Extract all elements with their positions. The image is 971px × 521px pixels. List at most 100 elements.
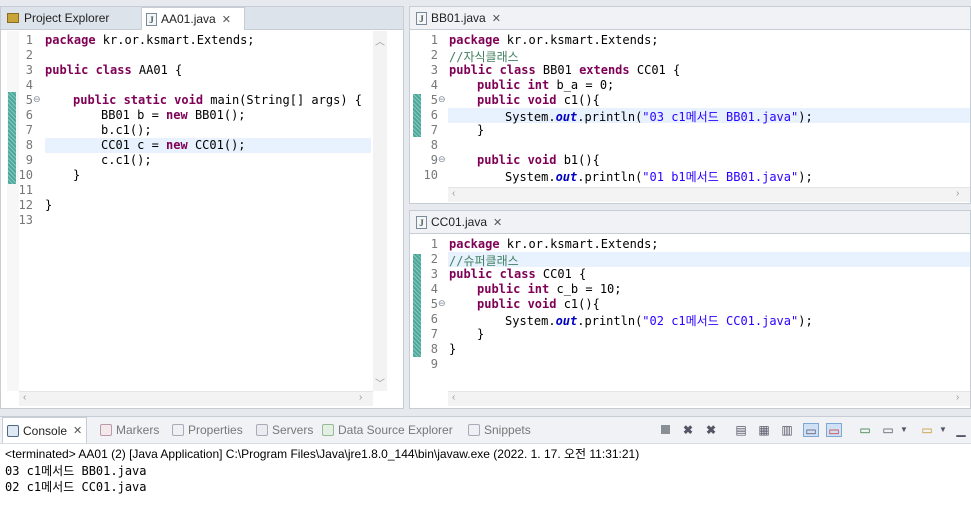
remove-all-terminated-icon[interactable]: ✖ xyxy=(703,423,719,437)
scroll-left-icon[interactable]: ‹ xyxy=(23,392,26,403)
code-line: } xyxy=(477,327,485,341)
scroll-lock-icon[interactable]: ▦ xyxy=(756,423,772,437)
tab-label: Properties xyxy=(188,422,243,437)
console-output-line: 02 c1메서드 CC01.java xyxy=(5,480,147,494)
clear-console-icon[interactable]: ▤ xyxy=(733,423,749,437)
code-line: package kr.or.ksmart.Extends; xyxy=(45,33,255,47)
line-number: 7 xyxy=(430,123,438,137)
line-number: 6 xyxy=(430,108,438,122)
tab-project-explorer[interactable]: Project Explorer xyxy=(3,7,139,29)
code-line: CC01 c = new CC01(); xyxy=(101,138,246,152)
line-number: 4 xyxy=(430,282,438,296)
code-line: System.out.println("02 c1메서드 CC01.java")… xyxy=(505,314,813,328)
line-number: 8 xyxy=(25,138,33,152)
line-number: 2 xyxy=(430,252,438,266)
code-line: public int b_a = 0; xyxy=(477,78,615,92)
code-line: public class AA01 { xyxy=(45,63,183,77)
scroll-left-icon[interactable]: ‹ xyxy=(452,392,455,403)
close-icon[interactable]: ✕ xyxy=(493,216,502,229)
line-number: 8 xyxy=(430,342,438,356)
java-file-icon: J xyxy=(416,215,427,229)
code-line: BB01 b = new BB01(); xyxy=(101,108,246,122)
left-tab-bar: Project Explorer J AA01.java ✕ xyxy=(1,7,403,30)
scroll-down-icon[interactable]: ﹀ xyxy=(375,375,385,390)
minimize-icon[interactable]: ▁ xyxy=(953,423,969,437)
tab-label: Project Explorer xyxy=(24,11,110,25)
code-line: c.c1(); xyxy=(101,153,152,167)
java-file-icon: J xyxy=(416,11,427,25)
tab-label: Snippets xyxy=(484,422,531,437)
line-number: 5 xyxy=(430,93,438,107)
current-line-highlight xyxy=(448,252,970,267)
line-number: 8 xyxy=(430,138,438,152)
console-status-line: <terminated> AA01 (2) [Java Application]… xyxy=(5,447,640,461)
word-wrap-icon[interactable]: ▥ xyxy=(779,423,795,437)
remove-launch-icon[interactable]: ✖ xyxy=(680,423,696,437)
tab-label: Data Source Explorer xyxy=(338,422,453,437)
fold-icon[interactable]: ⊖ xyxy=(438,299,446,309)
scroll-up-icon[interactable]: ︿ xyxy=(375,33,385,48)
horizontal-scrollbar[interactable]: ‹ › xyxy=(448,391,970,406)
chevron-down-icon[interactable]: ▼ xyxy=(938,423,948,437)
pin-console-icon[interactable]: ▭ xyxy=(857,423,873,437)
line-number: 5 xyxy=(430,297,438,311)
scroll-right-icon[interactable]: › xyxy=(956,188,959,199)
console-icon xyxy=(7,424,19,437)
line-number: 6 xyxy=(25,108,33,122)
display-console-icon[interactable]: ▭ xyxy=(880,423,896,437)
close-icon[interactable]: ✕ xyxy=(222,13,231,26)
code-line: package kr.or.ksmart.Extends; xyxy=(449,33,659,47)
chevron-down-icon[interactable]: ▼ xyxy=(899,423,909,437)
line-number: 12 xyxy=(18,198,33,212)
fold-icon[interactable]: ⊖ xyxy=(438,95,446,105)
cc01-editor-panel: J CC01.java ✕ ⊖ 1 2 3 4 5 6 7 8 9 packag… xyxy=(409,210,971,409)
line-number: 3 xyxy=(25,63,33,77)
servers-icon xyxy=(256,423,268,436)
code-line: System.out.println("01 b1메서드 BB01.java")… xyxy=(505,170,813,184)
show-on-error-icon[interactable]: ▭ xyxy=(826,423,842,438)
code-line: b.c1(); xyxy=(101,123,152,137)
line-number: 10 xyxy=(423,168,438,182)
terminate-icon[interactable] xyxy=(657,423,673,437)
code-line: } xyxy=(477,123,485,137)
vertical-scrollbar[interactable]: ︿ ﹀ xyxy=(373,31,387,391)
open-console-icon[interactable]: ▭ xyxy=(919,423,935,437)
line-number: 5 xyxy=(25,93,33,107)
code-line: public class CC01 { xyxy=(449,267,587,281)
console-tab-bar: Console ✕ Markers Properties Servers Dat… xyxy=(0,417,971,444)
line-number: 7 xyxy=(25,123,33,137)
console-output-line: 03 c1메서드 BB01.java xyxy=(5,464,147,478)
tab-bb01-java[interactable]: J BB01.java ✕ xyxy=(412,7,512,29)
tab-aa01-java[interactable]: J AA01.java ✕ xyxy=(141,7,245,30)
horizontal-scrollbar[interactable]: ‹ › xyxy=(19,391,373,406)
tab-properties[interactable]: Properties xyxy=(172,417,243,442)
console-panel: Console ✕ Markers Properties Servers Dat… xyxy=(0,416,971,521)
close-icon[interactable]: ✕ xyxy=(492,12,501,25)
tab-label: Servers xyxy=(272,422,314,437)
tab-cc01-java[interactable]: J CC01.java ✕ xyxy=(412,211,512,233)
scroll-left-icon[interactable]: ‹ xyxy=(452,188,455,199)
tab-servers[interactable]: Servers xyxy=(256,417,313,442)
line-number: 2 xyxy=(430,48,438,62)
scroll-right-icon[interactable]: › xyxy=(956,392,959,403)
java-file-icon: J xyxy=(146,12,157,26)
line-number: 10 xyxy=(18,168,33,182)
tab-label: BB01.java xyxy=(431,11,486,25)
code-line: public void c1(){ xyxy=(477,93,600,107)
tab-console[interactable]: Console ✕ xyxy=(2,417,88,443)
line-number: 4 xyxy=(25,78,33,92)
fold-icon[interactable]: ⊖ xyxy=(438,155,446,165)
tab-markers[interactable]: Markers xyxy=(100,417,159,442)
show-on-output-icon[interactable]: ▭ xyxy=(803,423,819,438)
tab-snippets[interactable]: Snippets xyxy=(468,417,531,442)
tab-data-source-explorer[interactable]: Data Source Explorer xyxy=(322,417,453,442)
close-icon[interactable]: ✕ xyxy=(73,424,82,437)
line-number: 4 xyxy=(430,78,438,92)
code-line: public int c_b = 10; xyxy=(477,282,622,296)
code-line: public class BB01 extends CC01 { xyxy=(449,63,681,77)
scroll-right-icon[interactable]: › xyxy=(359,392,362,403)
bb01-tab-bar: J BB01.java ✕ xyxy=(410,7,970,30)
horizontal-scrollbar[interactable]: ‹ › xyxy=(448,187,970,202)
fold-icon[interactable]: ⊖ xyxy=(33,95,41,105)
tab-label: Console xyxy=(23,423,68,438)
